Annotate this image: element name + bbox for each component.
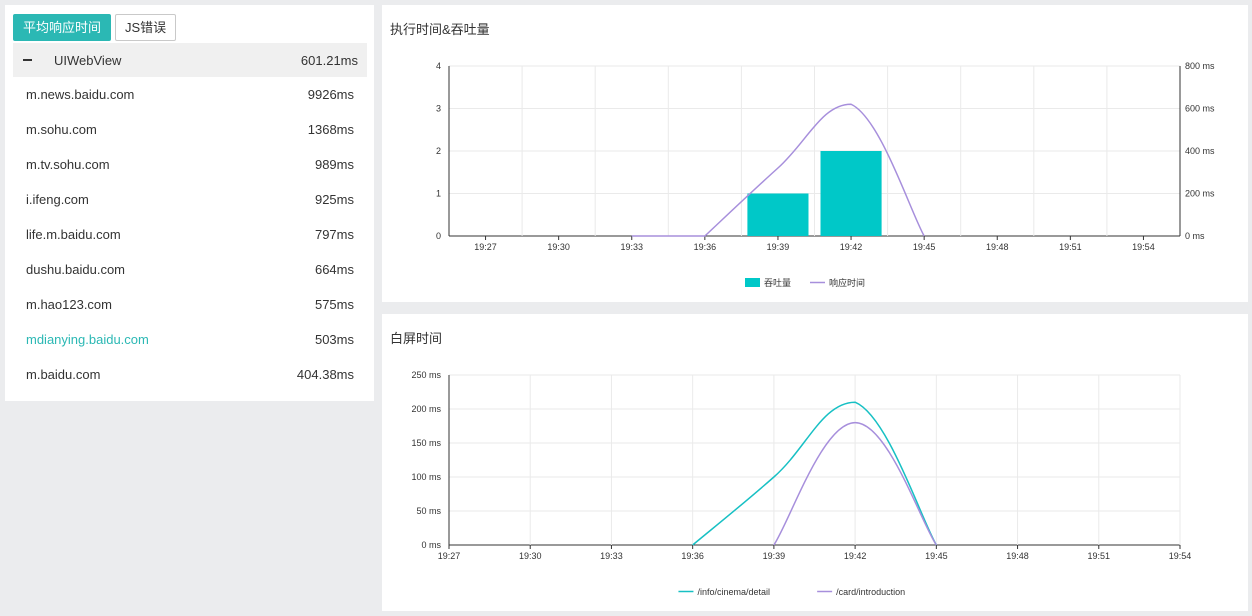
list-item[interactable]: life.m.baidu.com 797ms [13, 217, 367, 252]
list-item-host: m.news.baidu.com [26, 87, 135, 102]
list-item-value: 664ms [314, 262, 354, 277]
x-tick-label: 19:54 [1132, 242, 1155, 252]
y2-tick-label: 400 ms [1185, 146, 1215, 156]
y-tick-label: 1 [436, 189, 441, 199]
bar [747, 193, 809, 236]
list-item[interactable]: m.tv.sohu.com 989ms [13, 147, 367, 182]
x-tick-label: 19:48 [1006, 551, 1029, 561]
list-item[interactable]: m.news.baidu.com 9926ms [13, 77, 367, 112]
y-tick-label: 100 ms [411, 472, 441, 482]
tab-avg-response-time[interactable]: 平均响应时间 [13, 14, 112, 41]
legend-label: /card/introduction [836, 587, 905, 597]
y-tick-label: 0 [436, 231, 441, 241]
x-tick-label: 19:42 [844, 551, 867, 561]
list-item-host: m.hao123.com [26, 297, 112, 312]
x-tick-label: 19:36 [681, 551, 704, 561]
list-item[interactable]: m.hao123.com 575ms [13, 287, 367, 322]
list-item-host: mdianying.baidu.com [26, 332, 149, 347]
list-group-header[interactable]: UIWebView 601.21ms [13, 43, 367, 77]
list-item[interactable]: dushu.baidu.com 664ms [13, 252, 367, 287]
y-tick-label: 200 ms [411, 404, 441, 414]
y2-tick-label: 200 ms [1185, 189, 1215, 199]
throughput-chart: 0 1 2 3 4 0 ms 200 ms 400 ms 600 ms 800 ms 19:27 19… [436, 61, 1215, 288]
list-item-host: m.baidu.com [26, 367, 101, 382]
white-screen-chart: 0 ms 50 ms 100 ms 150 ms 200 ms 250 ms 19:27 19… [411, 370, 1192, 597]
group-name-wrap: UIWebView [23, 53, 121, 68]
y2-tick-label: 0 ms [1185, 231, 1205, 241]
x-tick-label: 19:39 [763, 551, 786, 561]
x-tick-label: 19:30 [519, 551, 542, 561]
throughput-chart-panel: 执行时间&吞吐量 012340 ms 200 ms 400 ms 600 ms 800 … [382, 5, 1248, 302]
bar [820, 151, 882, 236]
x-tick-label: 19:36 [694, 242, 717, 252]
y2-tick-label: 600 ms [1185, 104, 1215, 114]
tab-bar: 平均响应时间 JS错误 [13, 14, 177, 41]
x-tick-label: 19:45 [913, 242, 936, 252]
white-screen-chart-panel: 白屏时间 0 ms 50 ms 100 ms 150 ms 200 ms 250 ms 19… [382, 314, 1248, 611]
list-item-host: m.tv.sohu.com [26, 157, 110, 172]
host-list: UIWebView 601.21ms m.news.baidu.com 9926m… [13, 43, 367, 392]
list-item-value: 9926ms [307, 87, 354, 102]
x-tick-label: 19:27 [438, 551, 461, 561]
group-value: 601.21ms [300, 52, 358, 68]
x-tick-label: 19:51 [1059, 242, 1082, 252]
list-item[interactable]: mdianying.baidu.com 503ms [13, 322, 367, 357]
x-tick-label: 19:54 [1169, 551, 1192, 561]
x-tick-label: 19:27 [474, 242, 497, 252]
list-item[interactable]: m.sohu.com 1368ms [13, 112, 367, 147]
list-item[interactable]: m.baidu.com 404.38ms [13, 357, 367, 392]
list-item-value: 989ms [314, 157, 354, 172]
y-tick-label: 2 [436, 146, 441, 156]
series-line [692, 401, 937, 546]
y-tick-label: 0 ms [421, 540, 441, 550]
x-tick-label: 19:48 [986, 242, 1009, 252]
host-list-panel: 平均响应时间 JS错误 UIWebView 601.21ms m.news.ba… [5, 5, 374, 401]
x-tick-label: 19:51 [1088, 551, 1111, 561]
legend-label: /info/cinema/detail [697, 587, 770, 597]
collapse-icon[interactable] [23, 59, 32, 62]
x-tick-label: 19:42 [840, 242, 863, 252]
list-item-value: 503ms [314, 332, 354, 347]
y-tick-label: 250 ms [411, 370, 441, 380]
list-item-host: dushu.baidu.com [26, 262, 126, 277]
list-item-value: 1368ms [307, 122, 354, 137]
y-tick-label: 4 [436, 61, 441, 71]
legend-label: 响应时间 [829, 277, 865, 288]
list-item-value: 575ms [314, 297, 354, 312]
list-item-value: 797ms [314, 227, 354, 242]
list-item[interactable]: i.ifeng.com 925ms [13, 182, 367, 217]
list-item-host: i.ifeng.com [26, 192, 89, 207]
x-tick-label: 19:33 [620, 242, 643, 252]
legend-swatch [745, 278, 760, 287]
group-name: UIWebView [54, 52, 122, 68]
y-tick-label: 3 [436, 104, 441, 114]
x-tick-label: 19:33 [600, 551, 623, 561]
x-tick-label: 19:45 [925, 551, 948, 561]
x-tick-label: 19:39 [767, 242, 790, 252]
list-item-value: 404.38ms [296, 367, 354, 382]
list-item-host: m.sohu.com [26, 122, 97, 137]
y-tick-label: 150 ms [411, 438, 441, 448]
y-tick-label: 50 ms [416, 506, 441, 516]
tab-js-errors[interactable]: JS错误 [115, 14, 177, 41]
list-item-value: 925ms [314, 192, 354, 207]
legend-label: 吞吐量 [764, 278, 791, 288]
y2-tick-label: 800 ms [1185, 61, 1215, 71]
list-item-host: life.m.baidu.com [26, 227, 121, 242]
x-tick-label: 19:30 [547, 242, 570, 252]
